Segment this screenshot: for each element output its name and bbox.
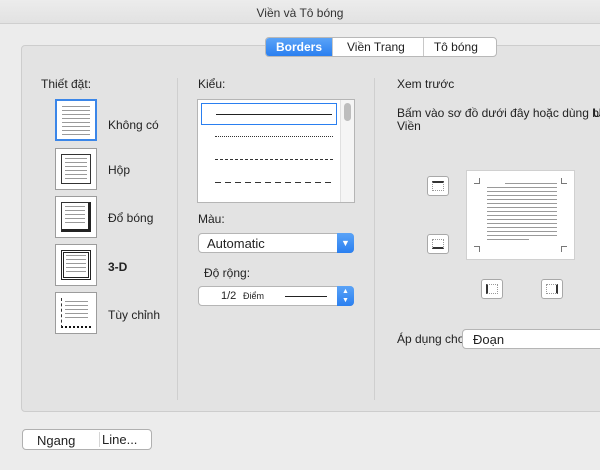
border-3d-icon [61,250,91,280]
color-label: Màu: [198,212,225,226]
chevron-down-icon: ▼ [337,233,354,253]
border-box-icon [61,154,91,184]
line-button-label[interactable]: Line... [102,430,137,449]
preview-hint-cutoff: U [593,106,600,120]
setting-3d-label: 3-D [108,260,128,274]
preview-label: Xem trước [397,77,455,91]
width-unit: Điểm [243,291,265,301]
setting-label: Thiết đặt: [41,77,92,91]
style-scrollbar[interactable] [340,100,354,202]
tab-page-border[interactable]: Viền Trang [333,38,424,56]
right-border-button[interactable] [541,279,563,299]
setting-box-button[interactable] [55,148,97,190]
scroll-thumb[interactable] [344,103,351,121]
preview-hint-line2: Viền [397,119,421,133]
preview-diagram[interactable] [466,170,575,260]
style-label: Kiểu: [198,77,226,91]
style-dashed-small[interactable] [201,149,337,171]
bottom-border-button[interactable] [427,234,449,254]
divider-right [374,78,375,400]
bottom-border-icon [432,239,444,249]
setting-none-label: Không có [108,118,159,132]
border-custom-icon [61,298,91,328]
divider-left [177,78,178,400]
setting-box-label: Hộp [108,163,131,177]
preview-text-lines [487,183,557,243]
top-border-button[interactable] [427,176,449,196]
style-dashed-large[interactable] [201,172,337,194]
stepper-icon: ▲ ▼ [337,286,354,306]
border-none-icon [62,106,90,135]
color-select[interactable]: Automatic ▼ [198,233,354,253]
setting-custom-button[interactable] [55,292,97,334]
window-title: Viền và Tô bóng [256,6,344,20]
setting-shadow-button[interactable] [55,196,97,238]
style-solid[interactable] [201,103,337,125]
width-line-sample [285,296,327,297]
tab-borders[interactable]: Borders [266,38,334,56]
horizontal-line-label: Ngang [37,433,76,448]
left-border-icon [486,284,498,294]
horizontal-line-button[interactable]: Ngang Line... [22,429,152,450]
solid-line [216,114,332,115]
dotted-line [215,136,333,137]
setting-3d-button[interactable] [55,244,97,286]
width-value: 1/2 [221,290,237,302]
apply-to-select[interactable]: Đoạn [462,329,600,349]
top-border-icon [432,181,444,191]
width-select[interactable]: 1/2 Điểm ▲ ▼ [198,286,354,306]
apply-to-label: Áp dụng cho: [397,332,468,346]
style-dotted[interactable] [201,126,337,148]
apply-to-value: Đoạn [473,332,505,347]
tab-shading[interactable]: Tô bóng [424,38,496,56]
left-border-button[interactable] [481,279,503,299]
setting-shadow-label: Đổ bóng [108,211,154,225]
title-bar: Viền và Tô bóng [0,0,600,24]
border-shadow-icon [61,202,91,232]
setting-custom-label: Tùy chỉnh [108,308,161,322]
width-label: Độ rộng: [204,266,251,280]
setting-none-button[interactable] [55,99,97,141]
line-button-divider [99,432,100,447]
color-value: Automatic [207,236,265,251]
style-list[interactable] [197,99,355,203]
preview-hint-line1: Bấm vào sơ đồ dưới đây hoặc dùng b [397,106,599,120]
tab-bar: Borders Viền Trang Tô bóng [265,37,497,57]
right-border-icon [546,284,558,294]
long-dash-line [215,182,333,183]
dashed-line [215,159,333,160]
